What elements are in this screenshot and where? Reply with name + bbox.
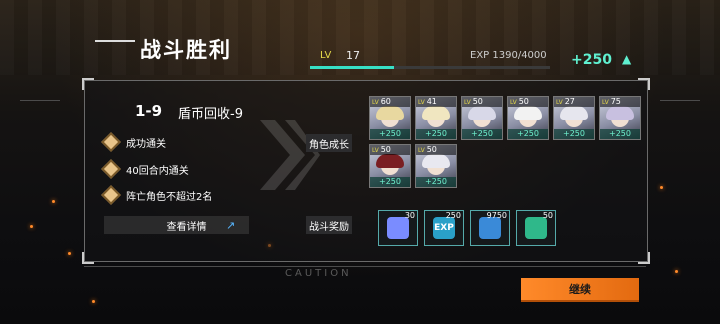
objective-text: 阵亡角色不超过2名	[126, 191, 213, 203]
objective-text: 成功通关	[126, 138, 166, 150]
character-portrait	[560, 106, 588, 120]
reward-item[interactable]: EXP 250	[424, 210, 464, 246]
character-card: LV 50 +250	[461, 96, 503, 140]
reward-item[interactable]: 9750	[470, 210, 510, 246]
exp-gain: +250	[571, 52, 612, 68]
reward-count: 9750	[486, 211, 507, 220]
objective-text: 40回合内通关	[126, 165, 189, 177]
player-level-value: 17	[346, 49, 360, 62]
reward-item[interactable]: 30	[378, 210, 418, 246]
player-level-label: LV	[320, 50, 332, 61]
reward-count: 250	[445, 211, 461, 220]
battle-victory-screen: 战斗胜利 LV 17 EXP 1390/4000 +250 ▲ 1-9 盾币回收…	[0, 0, 720, 324]
character-exp-gain: +250	[600, 129, 640, 139]
spark-particle	[675, 270, 678, 273]
title-dash	[95, 40, 135, 42]
medal-icon	[525, 217, 547, 239]
character-level: LV 50	[416, 145, 456, 155]
background-stripes	[0, 0, 720, 75]
view-details-label: 查看详情	[166, 221, 207, 233]
diamond-icon	[101, 185, 121, 205]
hud-line	[660, 100, 700, 101]
character-level: LV 75	[600, 97, 640, 107]
spark-particle	[92, 300, 95, 303]
spark-particle	[68, 252, 71, 255]
ticket-icon	[479, 217, 501, 239]
exp-progress-bar	[310, 66, 550, 69]
character-portrait	[376, 154, 404, 168]
hud-line	[20, 100, 60, 101]
diamond-icon	[101, 132, 121, 152]
exp-text: EXP 1390/4000	[470, 50, 547, 61]
caution-text-decoration: CAUTION	[285, 268, 352, 279]
character-portrait	[514, 106, 542, 120]
character-exp-gain: +250	[370, 129, 410, 139]
stage-name: 盾币回收-9	[178, 107, 243, 122]
spark-particle	[52, 200, 55, 203]
character-level: LV 41	[416, 97, 456, 107]
character-card: LV 50 +250	[369, 144, 411, 188]
character-level: LV 50	[462, 97, 502, 107]
character-level: LV 60	[370, 97, 410, 107]
character-card: LV 27 +250	[553, 96, 595, 140]
stage-number: 1-9	[135, 102, 163, 120]
character-level: LV 50	[370, 145, 410, 155]
objective-row: 40回合内通关	[101, 159, 189, 179]
character-card: LV 50 +250	[507, 96, 549, 140]
exp-progress-fill	[310, 66, 394, 69]
reward-item[interactable]: 50	[516, 210, 556, 246]
panel-corner	[638, 78, 650, 90]
continue-label: 继续	[569, 283, 591, 296]
trend-chart-icon: ↗	[226, 219, 236, 232]
character-exp-gain: +250	[554, 129, 594, 139]
character-portrait	[422, 106, 450, 120]
victory-title: 战斗胜利	[140, 38, 232, 62]
continue-button[interactable]: 继续	[521, 278, 639, 300]
character-card: LV 41 +250	[415, 96, 457, 140]
character-level: LV 50	[508, 97, 548, 107]
panel-corner	[638, 252, 650, 264]
character-exp-gain: +250	[416, 177, 456, 187]
character-growth-label: 角色成长	[306, 134, 352, 152]
objective-row: 阵亡角色不超过2名	[101, 185, 213, 205]
character-exp-gain: +250	[416, 129, 456, 139]
cube-icon	[387, 217, 409, 239]
chevron-decoration	[260, 120, 320, 190]
battle-rewards-label: 战斗奖励	[306, 216, 352, 234]
character-card: LV 50 +250	[415, 144, 457, 188]
character-level: LV 27	[554, 97, 594, 107]
character-exp-gain: +250	[508, 129, 548, 139]
character-portrait	[376, 106, 404, 120]
panel-corner	[82, 252, 94, 264]
hud-line	[84, 266, 646, 267]
reward-count: 30	[404, 211, 415, 220]
reward-count: 50	[542, 211, 553, 220]
diamond-icon	[101, 159, 121, 179]
objective-row: 成功通关	[101, 132, 166, 152]
character-portrait	[422, 154, 450, 168]
character-portrait	[468, 106, 496, 120]
character-card: LV 75 +250	[599, 96, 641, 140]
character-exp-gain: +250	[370, 177, 410, 187]
character-exp-gain: +250	[462, 129, 502, 139]
continue-button-shadow	[521, 300, 639, 302]
spark-particle	[30, 225, 33, 228]
character-portrait	[606, 106, 634, 120]
up-arrow-icon: ▲	[622, 52, 632, 66]
panel-corner	[82, 78, 94, 90]
spark-particle	[660, 186, 663, 189]
exp-icon: EXP	[433, 217, 455, 239]
character-card: LV 60 +250	[369, 96, 411, 140]
